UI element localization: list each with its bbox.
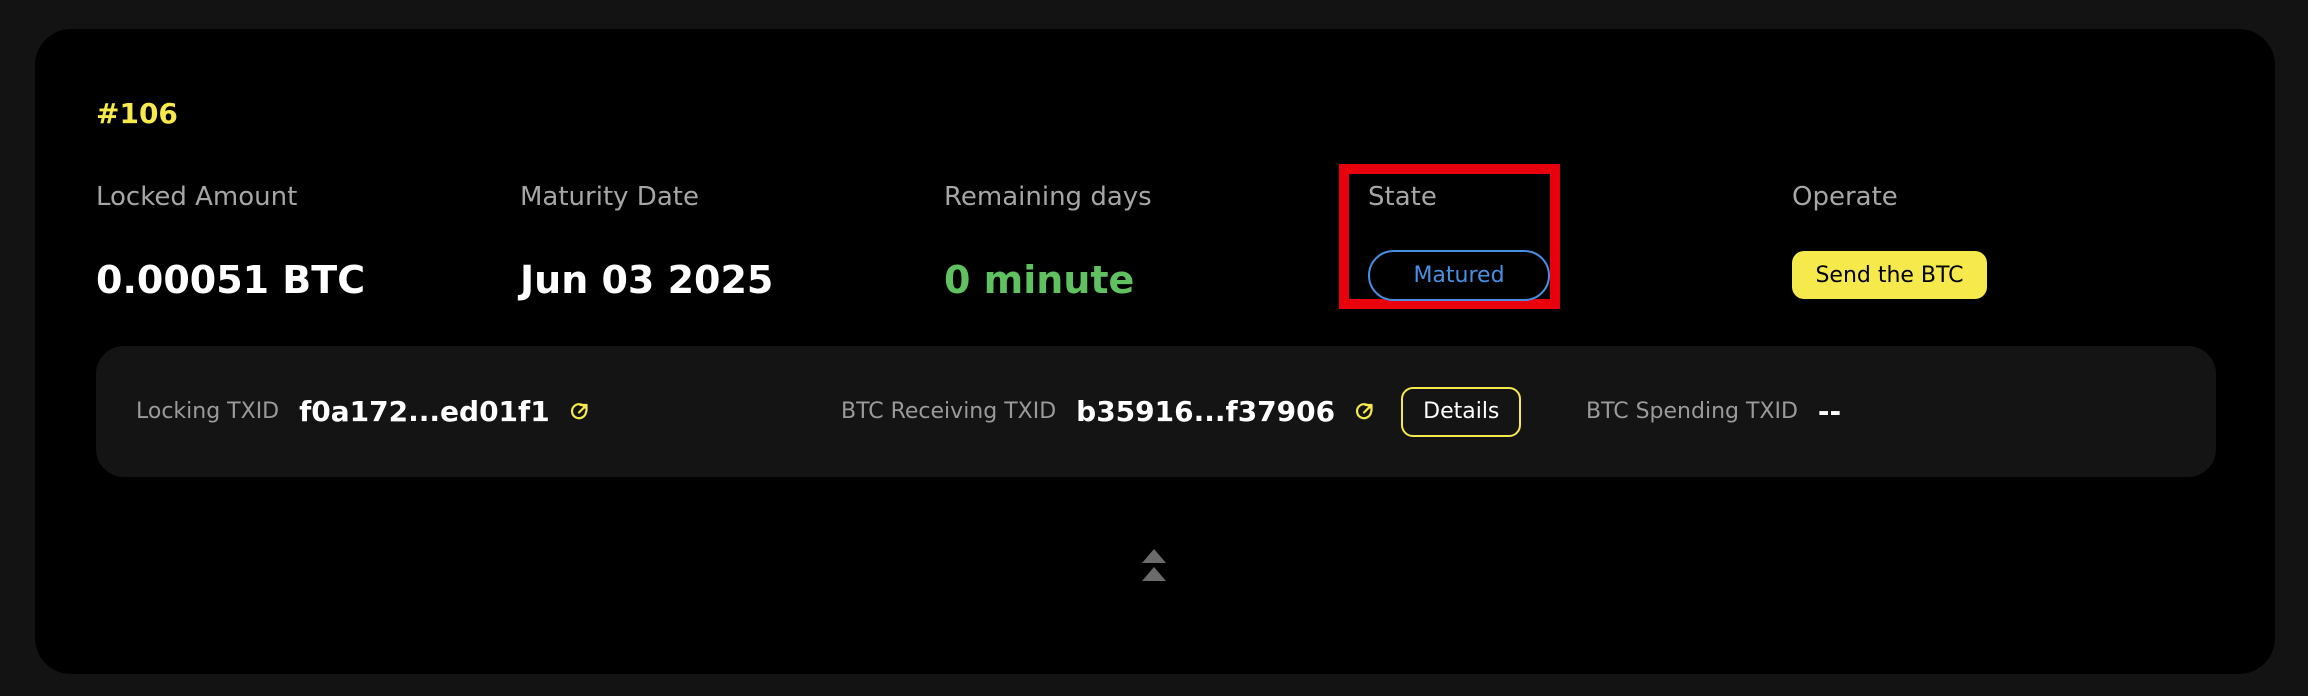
operate-column: Operate	[1792, 182, 1898, 212]
spending-txid-value: --	[1817, 395, 1842, 428]
locked-amount-label: Locked Amount	[96, 182, 298, 212]
send-btc-button[interactable]: Send the BTC	[1792, 251, 1987, 299]
details-button[interactable]: Details	[1401, 386, 1522, 437]
receiving-txid-value: b35916...f37906	[1076, 395, 1336, 428]
maturity-date-label: Maturity Date	[520, 182, 699, 212]
maturity-date-column: Maturity Date Jun 03 2025	[520, 182, 773, 302]
locked-amount-value: 0.00051 BTC	[96, 258, 366, 302]
position-id: #106	[96, 97, 178, 130]
remaining-days-label: Remaining days	[944, 182, 1152, 212]
spending-txid-group: BTC Spending TXID --	[1586, 346, 1841, 477]
receiving-txid-label: BTC Receiving TXID	[841, 399, 1057, 424]
stake-card: #106 Locked Amount 0.00051 BTC Maturity …	[35, 29, 2275, 674]
locking-txid-group: Locking TXID f0a172...ed01f1	[136, 346, 590, 477]
state-badge: Matured	[1368, 250, 1550, 301]
locked-amount-column: Locked Amount 0.00051 BTC	[96, 182, 365, 302]
spending-txid-label: BTC Spending TXID	[1586, 399, 1798, 424]
locking-txid-value: f0a172...ed01f1	[299, 395, 550, 428]
double-chevron-up-icon[interactable]	[1139, 547, 1169, 585]
external-link-icon[interactable]	[1353, 401, 1375, 423]
remaining-days-value: 0 minute	[944, 258, 1135, 302]
operate-label: Operate	[1792, 182, 1898, 212]
txid-panel: Locking TXID f0a172...ed01f1 BTC Receivi…	[96, 346, 2216, 477]
remaining-days-column: Remaining days 0 minute	[944, 182, 1152, 302]
maturity-date-value: Jun 03 2025	[520, 258, 774, 302]
receiving-txid-group: BTC Receiving TXID b35916...f37906 Detai…	[841, 346, 1522, 477]
locking-txid-label: Locking TXID	[136, 399, 280, 424]
external-link-icon[interactable]	[568, 401, 590, 423]
